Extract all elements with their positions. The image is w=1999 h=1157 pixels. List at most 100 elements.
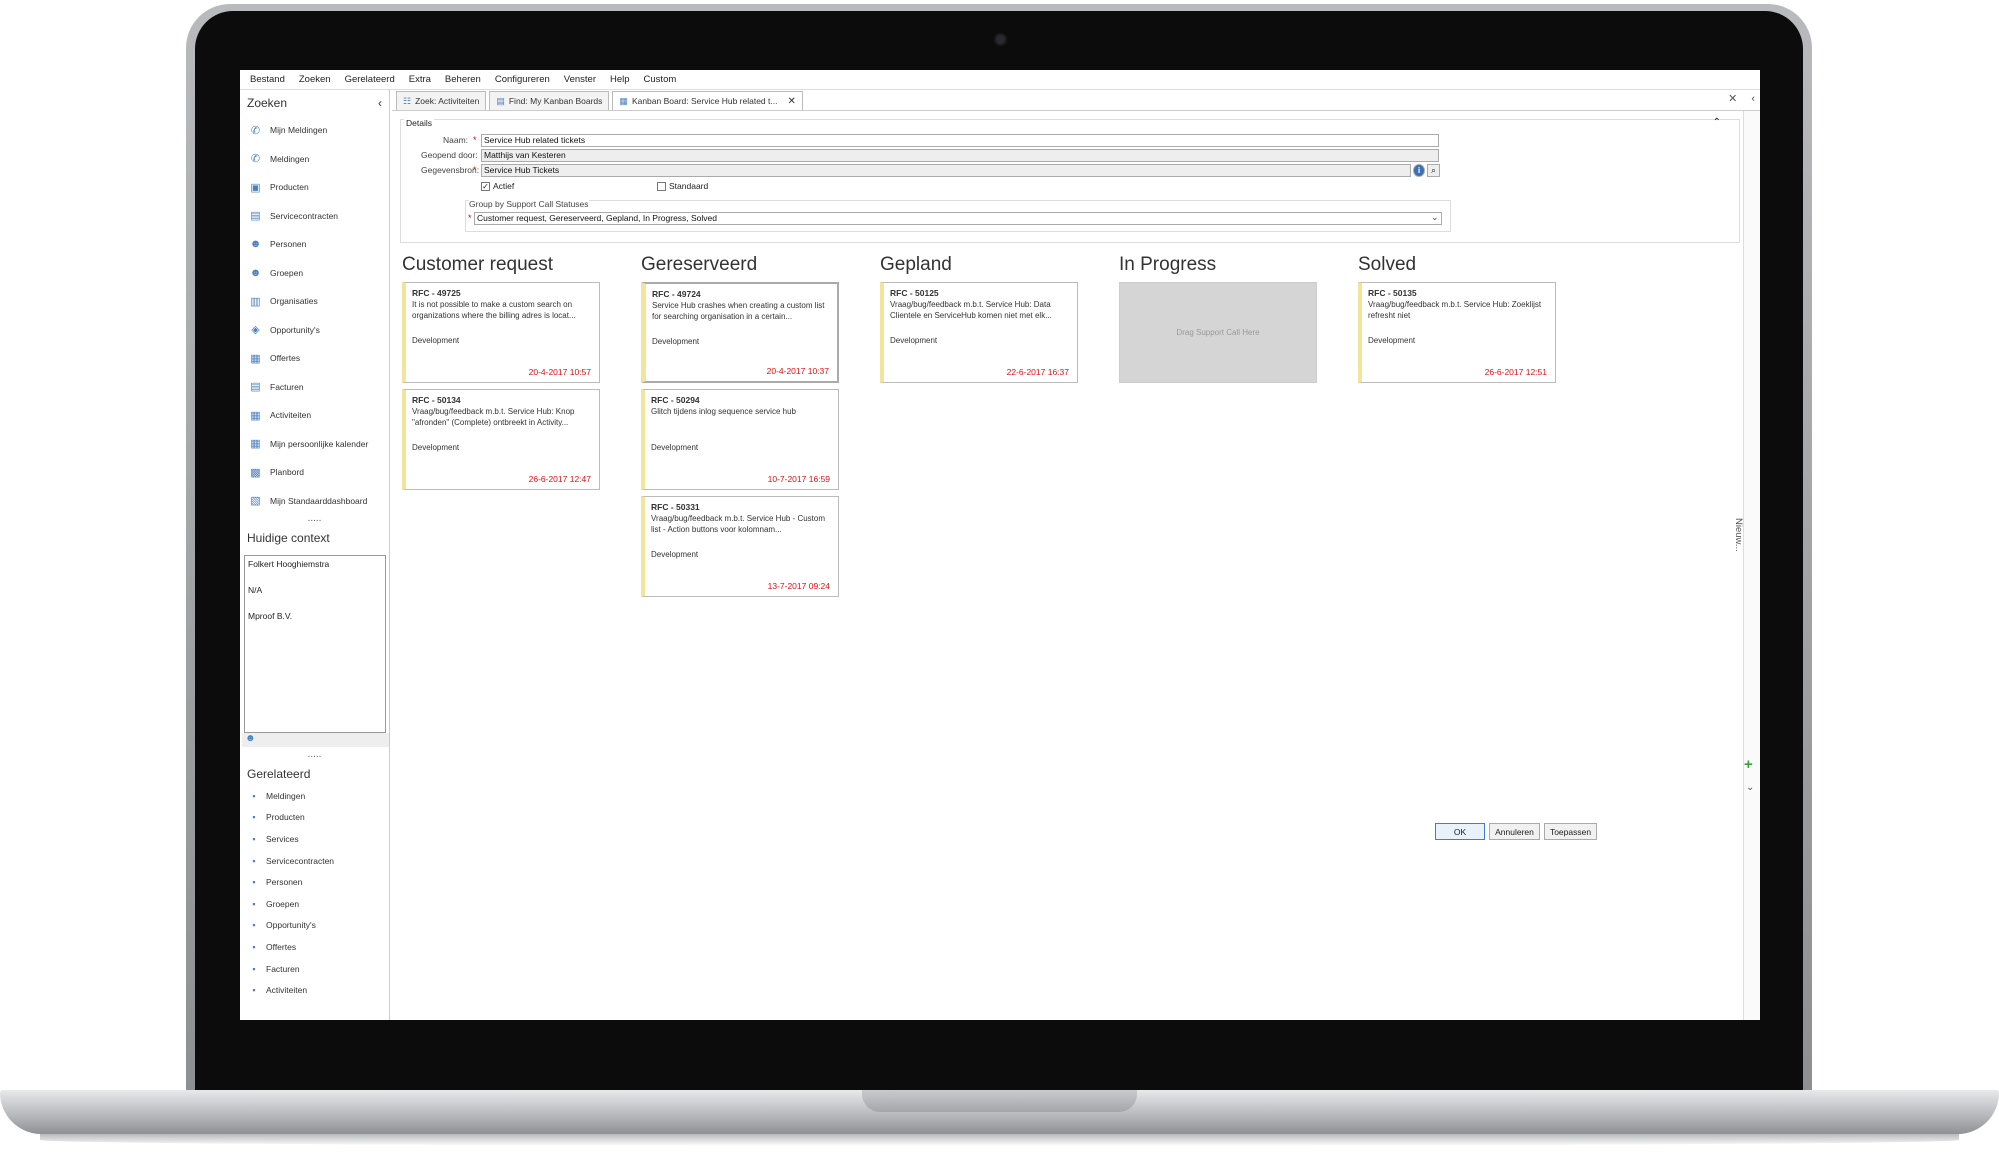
- card-team: Development: [651, 550, 699, 559]
- sidebar-item[interactable]: ▦ Offertes: [240, 344, 389, 373]
- right-side-panel: [1743, 111, 1760, 1020]
- sidebar-item[interactable]: ▦ Activiteiten: [240, 401, 389, 430]
- sidebar-item[interactable]: ☻ Groepen: [240, 259, 389, 288]
- card-date: 20-4-2017 10:37: [766, 366, 829, 376]
- tab-kanban-board[interactable]: ▦ Kanban Board: Service Hub related t... ✕: [612, 91, 803, 110]
- card-id: RFC - 50134: [412, 395, 461, 405]
- sidebar-item[interactable]: ▤ Servicecontracten: [240, 202, 389, 231]
- lookup-search-icon[interactable]: ⌕: [1427, 164, 1440, 177]
- card-team: Development: [412, 336, 460, 345]
- kanban-card[interactable]: RFC - 49724 Service Hub crashes when crea…: [641, 282, 839, 383]
- menu-venster[interactable]: Venster: [564, 74, 596, 85]
- product-icon: ▣: [250, 181, 261, 194]
- sidebar-item[interactable]: ✆ Meldingen: [240, 145, 389, 174]
- sidebar-splitter[interactable]: .....: [240, 514, 389, 529]
- menu-custom[interactable]: Custom: [644, 74, 677, 85]
- related-item-icon: ▪: [252, 920, 256, 931]
- new-panel-label[interactable]: Nieuw...: [1733, 518, 1744, 558]
- sidebar-item[interactable]: ◈ Opportunity's: [240, 316, 389, 345]
- related-item-icon: ▪: [252, 941, 256, 952]
- card-date: 10-7-2017 16:59: [767, 474, 830, 484]
- menu-configureren[interactable]: Configureren: [495, 74, 550, 85]
- tab-label: Kanban Board: Service Hub related t...: [631, 96, 778, 106]
- sidebar: Zoeken ‹ ✆ Mijn Meldingen ✆ Meldingen ▣ Produ…: [240, 90, 390, 1020]
- kanban-card[interactable]: RFC - 50294 Glitch tijdens inlog sequence…: [641, 389, 839, 490]
- related-item-label: Meldingen: [266, 790, 306, 801]
- ok-button[interactable]: OK: [1435, 823, 1485, 840]
- sidebar-item-label: Planbord: [270, 467, 305, 478]
- context-person-icon[interactable]: ☻: [242, 733, 389, 747]
- card-team: Development: [651, 443, 699, 452]
- related-item[interactable]: ▪ Facturen: [240, 958, 389, 980]
- related-item[interactable]: ▪ Opportunity's: [240, 915, 389, 937]
- sidebar-splitter-2[interactable]: .....: [240, 750, 389, 765]
- drop-zone[interactable]: Drag Support Call Here: [1119, 282, 1317, 383]
- kanban-card[interactable]: RFC - 50134 Vraag/bug/feedback m.b.t. Ser…: [402, 389, 600, 490]
- related-item-label: Servicecontracten: [266, 855, 335, 866]
- related-item-icon: ▪: [252, 833, 256, 844]
- menu-extra[interactable]: Extra: [409, 74, 431, 85]
- related-item-icon: ▪: [252, 790, 256, 801]
- sidebar-item[interactable]: ▦ Mijn persoonlijke kalender: [240, 430, 389, 459]
- sidebar-item[interactable]: ▤ Facturen: [240, 373, 389, 402]
- kanban-card[interactable]: RFC - 50125 Vraag/bug/feedback m.b.t. Ser…: [880, 282, 1078, 383]
- laptop-notch: [862, 1090, 1137, 1112]
- card-date: 20-4-2017 10:57: [528, 367, 591, 377]
- menu-zoeken[interactable]: Zoeken: [299, 74, 331, 85]
- sidebar-item[interactable]: ▣ Producten: [240, 173, 389, 202]
- related-item[interactable]: ▪ Groepen: [240, 893, 389, 915]
- sidebar-item[interactable]: ☻ Personen: [240, 230, 389, 259]
- kanban-card[interactable]: RFC - 50331 Vraag/bug/feedback m.b.t. Ser…: [641, 496, 839, 597]
- related-item[interactable]: ▪ Services: [240, 828, 389, 850]
- context-person: Folkert Hooghiemstra: [248, 559, 330, 569]
- chevron-down-icon[interactable]: ⌄: [1431, 212, 1439, 223]
- card-team: Development: [412, 443, 460, 452]
- menu-beheren[interactable]: Beheren: [445, 74, 481, 85]
- dashboard-icon: ▧: [250, 495, 261, 508]
- group-by-select[interactable]: Customer request, Gereserveerd, Gepland,…: [474, 212, 1442, 225]
- sidebar-item[interactable]: ▩ Planbord: [240, 458, 389, 487]
- kanban-card[interactable]: RFC - 49725 It is not possible to make a …: [402, 282, 600, 383]
- related-item[interactable]: ▪ Personen: [240, 871, 389, 893]
- related-item[interactable]: ▪ Meldingen: [240, 785, 389, 807]
- context-title: Huidige context: [247, 531, 330, 545]
- group-by-box: Group by Support Call Statuses * Custome…: [465, 199, 1451, 232]
- add-icon[interactable]: +: [1744, 756, 1753, 773]
- sidebar-item-label: Groepen: [270, 267, 304, 278]
- sidebar-item[interactable]: ▥ Organisaties: [240, 287, 389, 316]
- related-item-label: Services: [266, 833, 299, 844]
- apply-button[interactable]: Toepassen: [1544, 823, 1597, 840]
- naam-input[interactable]: Service Hub related tickets: [481, 134, 1439, 147]
- cancel-button[interactable]: Annuleren: [1489, 823, 1540, 840]
- actief-checkbox[interactable]: ✓ Actief: [481, 181, 514, 191]
- sidebar-item[interactable]: ✆ Mijn Meldingen: [240, 116, 389, 145]
- kanban-card[interactable]: RFC - 50135 Vraag/bug/feedback m.b.t. Ser…: [1358, 282, 1556, 383]
- menu-bestand[interactable]: Bestand: [250, 74, 285, 85]
- sidebar-item[interactable]: ▧ Mijn Standaarddashboard: [240, 487, 389, 516]
- standaard-checkbox[interactable]: Standaard: [657, 181, 708, 191]
- chevron-down-icon[interactable]: ⌄: [1746, 782, 1754, 793]
- sidebar-collapse-icon[interactable]: ‹: [378, 96, 382, 110]
- related-item[interactable]: ▪ Activiteiten: [240, 979, 389, 1001]
- close-tab-icon[interactable]: ✕: [787, 96, 795, 107]
- menu-help[interactable]: Help: [610, 74, 630, 85]
- related-item[interactable]: ▪ Servicecontracten: [240, 850, 389, 872]
- column-title: Gereserveerd: [641, 254, 758, 275]
- tab-zoek-activiteiten[interactable]: ☷ Zoek: Activiteiten: [396, 91, 487, 110]
- info-icon[interactable]: i: [1413, 164, 1425, 177]
- opportunity-icon: ◈: [251, 324, 260, 337]
- collapse-icon[interactable]: ⌃: [1713, 117, 1721, 128]
- geopend-label: Geopend door:: [421, 150, 478, 160]
- tab-find-kanban-boards[interactable]: ▤ Find: My Kanban Boards: [489, 91, 610, 110]
- related-item[interactable]: ▪ Offertes: [240, 936, 389, 958]
- menu-gerelateerd[interactable]: Gerelateerd: [345, 74, 395, 85]
- kanban-column: In Progress Drag Support Call Here: [1119, 254, 1317, 383]
- back-icon[interactable]: ‹: [1751, 93, 1755, 105]
- board-icon: ▦: [619, 95, 628, 106]
- close-window-icon[interactable]: ✕: [1728, 93, 1737, 105]
- related-item[interactable]: ▪ Producten: [240, 807, 389, 829]
- bron-field[interactable]: Service Hub Tickets: [481, 164, 1411, 177]
- calendar-icon: ▦: [250, 438, 261, 451]
- card-id: RFC - 49725: [412, 288, 461, 298]
- column-title: Gepland: [880, 254, 952, 275]
